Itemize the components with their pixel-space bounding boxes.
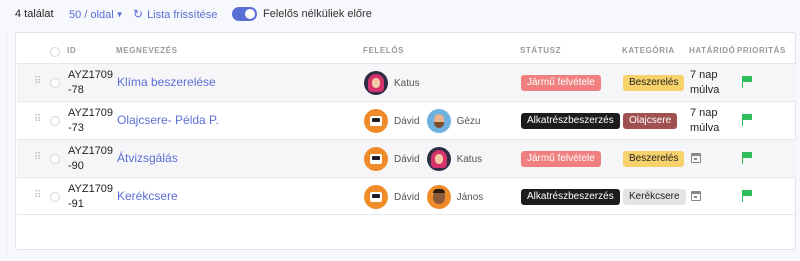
avatar-visor [372,156,380,160]
avatar-beard [433,122,444,128]
list-toolbar: 4 találat 50 / oldal ▼ ↻ Lista frissítése … [0,0,800,28]
row-checkbox[interactable] [50,116,60,126]
drag-handle-icon[interactable]: ⠿ [34,77,41,87]
avatar [364,185,388,209]
task-table-card: ID MEGNEVEZÉS FELELŐS STÁTUSZ KATEGÓRIA … [6,31,796,255]
responsible-person[interactable]: Dávid [364,109,420,133]
avatar [426,185,451,209]
responsible-list: Katus [364,70,427,96]
responsible-person[interactable]: Katus [426,147,483,171]
table-header: ID MEGNEVEZÉS FELELŐS STÁTUSZ KATEGÓRIA … [16,41,795,63]
row-checkbox[interactable] [50,192,60,202]
responsible-person[interactable]: János [426,185,484,209]
column-priority[interactable]: PRIORITÁS [737,46,786,55]
person-name: Dávid [394,153,420,165]
deadline-text[interactable]: 7 nap múlva [690,68,734,98]
caret-down-icon: ▼ [115,10,124,19]
table-row[interactable]: ⠿ AYZ1709-78 Klíma beszerelése Katus Jármű f… [17,63,796,101]
row-id: AYZ1709-90 [68,145,114,172]
person-name: János [456,191,484,203]
column-id[interactable]: ID [67,46,76,55]
flag-icon[interactable] [741,152,753,164]
responsible-person[interactable]: Katus [364,71,420,95]
column-category[interactable]: KATEGÓRIA [622,46,675,55]
calendar-icon[interactable] [691,153,701,163]
category-badge[interactable]: Olajcsere [623,113,678,129]
responsible-person[interactable]: Gézu [426,109,481,133]
status-badge[interactable]: Jármű felvétele [521,151,601,167]
row-name-link[interactable]: Klíma beszerelése [117,75,216,89]
row-checkbox[interactable] [50,154,60,164]
flag-cloth [743,152,752,158]
avatar-visor [372,194,380,198]
toggle-knob [245,9,255,19]
person-name: Dávid [394,191,420,203]
table-row[interactable]: ⠿ AYZ1709-73 Olajcsere- Példa P. Dávid Gézu A… [17,101,796,139]
avatar [364,71,388,95]
person-name: Katus [456,153,483,165]
unassigned-first-label: Felelős nélküliek előre [263,8,372,20]
row-id: AYZ1709-91 [68,183,114,210]
per-page-label: 50 / oldal [69,9,114,21]
row-name-link[interactable]: Olajcsere- Példa P. [117,113,219,127]
row-name-link[interactable]: Átvizsgálás [117,151,178,165]
drag-handle-icon[interactable]: ⠿ [34,115,41,125]
status-badge[interactable]: Alkatrészbeszerzés [521,113,620,129]
status-badge[interactable]: Jármű felvétele [521,75,601,91]
column-deadline[interactable]: HATÁRIDŐ [689,46,735,55]
result-count: 4 találat [15,8,54,20]
select-all-checkbox[interactable] [50,47,60,57]
refresh-list-button[interactable]: ↻ Lista frissítése [133,8,217,22]
person-name: Gézu [456,115,481,127]
status-badge[interactable]: Alkatrészbeszerzés [521,189,620,205]
person-name: Dávid [394,115,420,127]
avatar [426,109,451,133]
drag-handle-icon[interactable]: ⠿ [34,153,41,163]
flag-icon[interactable] [741,114,753,126]
responsible-list: Dávid Gézu [364,108,487,134]
responsible-person[interactable]: Dávid [364,185,420,209]
responsible-person[interactable]: Dávid [364,147,420,171]
table-row[interactable]: ⠿ AYZ1709-90 Átvizsgálás Dávid Katus Jármű fe… [17,139,796,177]
unassigned-first-toggle[interactable] [232,7,257,21]
avatar-face [372,78,380,88]
responsible-list: Dávid Katus [364,146,489,172]
avatar-visor [372,118,380,122]
flag-cloth [743,114,752,120]
row-name-link[interactable]: Kerékcsere [117,189,178,203]
avatar [364,147,388,171]
per-page-select[interactable]: 50 / oldal ▼ [69,8,124,22]
avatar [426,147,451,171]
responsible-list: Dávid János [364,184,490,210]
row-checkbox[interactable] [50,78,60,88]
category-badge[interactable]: Beszerelés [623,151,685,167]
flag-cloth [743,76,752,82]
table-row[interactable]: ⠿ AYZ1709-91 Kerékcsere Dávid János Alkatrész… [17,177,796,215]
column-responsible[interactable]: FELELŐS [363,46,404,55]
avatar-face [434,154,443,164]
flag-icon[interactable] [741,190,753,202]
category-badge[interactable]: Kerékcsere [623,189,686,205]
person-name: Katus [394,77,420,89]
drag-handle-icon[interactable]: ⠿ [34,191,41,201]
flag-icon[interactable] [741,76,753,88]
deadline-text[interactable]: 7 nap múlva [690,106,734,136]
row-id: AYZ1709-73 [68,107,114,134]
avatar [364,109,388,133]
calendar-icon[interactable] [691,191,701,201]
avatar-hair [432,189,445,193]
refresh-label: Lista frissítése [147,9,218,21]
refresh-icon: ↻ [133,7,144,21]
column-status[interactable]: STÁTUSZ [520,46,561,55]
category-badge[interactable]: Beszerelés [623,75,685,91]
row-id: AYZ1709-78 [68,69,114,96]
flag-cloth [743,190,752,196]
column-name[interactable]: MEGNEVEZÉS [116,46,178,55]
